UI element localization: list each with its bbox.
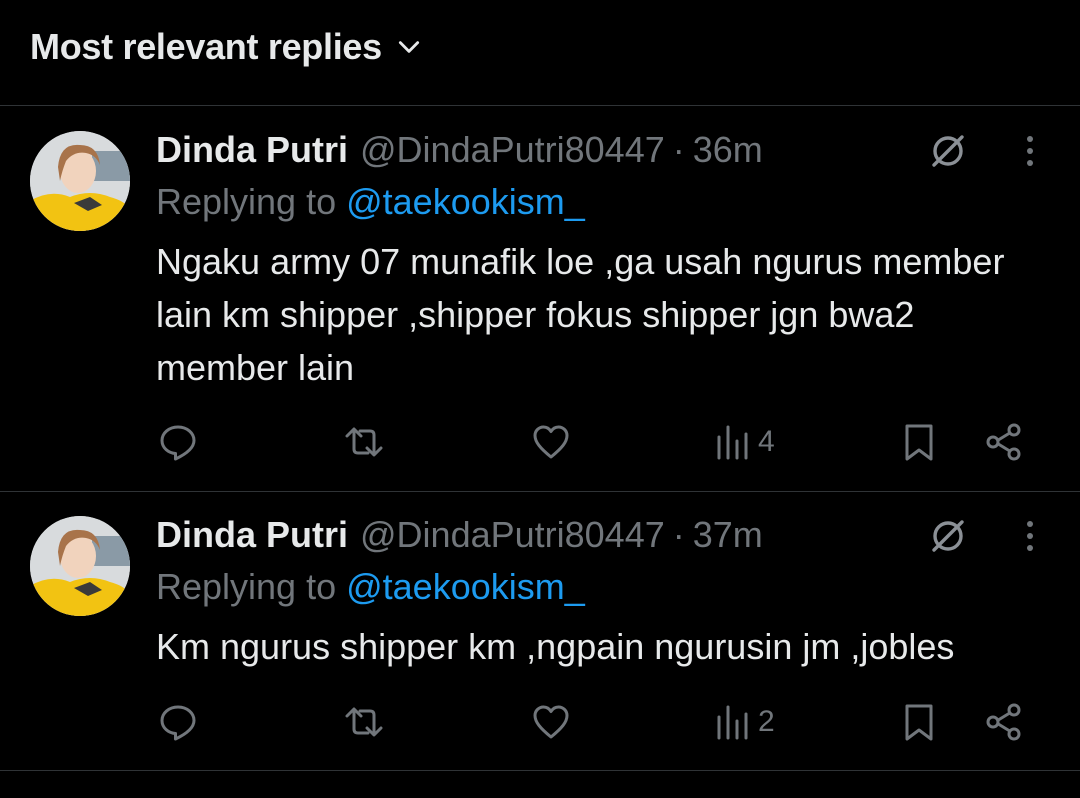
grok-icon[interactable] [926,129,970,173]
retweet-button[interactable] [344,414,384,470]
share-icon [986,423,1021,461]
views-button[interactable]: 2 [714,694,775,750]
grok-icon[interactable] [926,514,970,558]
views-icon [717,425,748,460]
reply-icon [160,705,196,741]
replying-to: Replying to @taekookism_ [156,181,585,223]
author-handle[interactable]: @DindaPutri80447 [360,514,665,556]
share-button[interactable] [984,414,1024,470]
more-icon[interactable] [1016,131,1044,171]
mention-link[interactable]: @taekookism_ [346,566,585,607]
tweet-text: Ngaku army 07 munafik loe ,ga usah nguru… [156,241,1005,388]
sort-replies-button[interactable]: Most relevant replies [30,22,422,72]
views-icon [717,705,748,740]
retweet-icon [345,707,383,737]
tweet-actions: 4 [0,414,1080,470]
reply-tweet[interactable]: Dinda Putri @DindaPutri80447 · 37m Reply… [0,492,1080,771]
timestamp[interactable]: 36m [693,129,763,171]
like-icon [533,425,569,459]
replying-prefix: Replying to [156,181,347,222]
timestamp[interactable]: 37m [693,514,763,556]
replying-to: Replying to @taekookism_ [156,566,585,608]
share-button[interactable] [984,694,1024,750]
mention-link[interactable]: @taekookism_ [346,181,585,222]
views-count: 4 [758,425,775,458]
reply-icon [160,425,196,461]
sort-label: Most relevant replies [30,26,382,67]
retweet-icon [345,427,383,457]
meta-separator: · [672,514,685,555]
like-button[interactable] [531,414,571,470]
tweet-text: Km ngurus shipper km ,ngpain ngurusin jm… [156,626,955,667]
replies-header: Most relevant replies [0,0,1080,106]
chevron-down-icon [398,41,419,53]
reply-button[interactable] [158,694,198,750]
bookmark-button[interactable] [899,414,939,470]
avatar[interactable] [30,131,130,231]
share-icon [986,703,1021,741]
retweet-button[interactable] [344,694,384,750]
views-count: 2 [758,705,775,738]
tweet-meta: Dinda Putri @DindaPutri80447 · 37m [156,514,763,558]
author-name[interactable]: Dinda Putri [156,514,348,556]
tweet-actions: 2 [0,694,1080,750]
author-handle[interactable]: @DindaPutri80447 [360,129,665,171]
bookmark-button[interactable] [899,694,939,750]
more-icon[interactable] [1016,516,1044,556]
reply-tweet[interactable]: Dinda Putri @DindaPutri80447 · 36m Reply… [0,107,1080,492]
like-icon [533,705,569,739]
reply-button[interactable] [158,414,198,470]
avatar[interactable] [30,516,130,616]
bookmark-icon [905,704,933,741]
replying-prefix: Replying to [156,566,347,607]
views-button[interactable]: 4 [714,414,775,470]
bookmark-icon [905,424,933,461]
meta-separator: · [672,129,685,170]
like-button[interactable] [531,694,571,750]
author-name[interactable]: Dinda Putri [156,129,348,171]
tweet-meta: Dinda Putri @DindaPutri80447 · 36m [156,129,763,173]
